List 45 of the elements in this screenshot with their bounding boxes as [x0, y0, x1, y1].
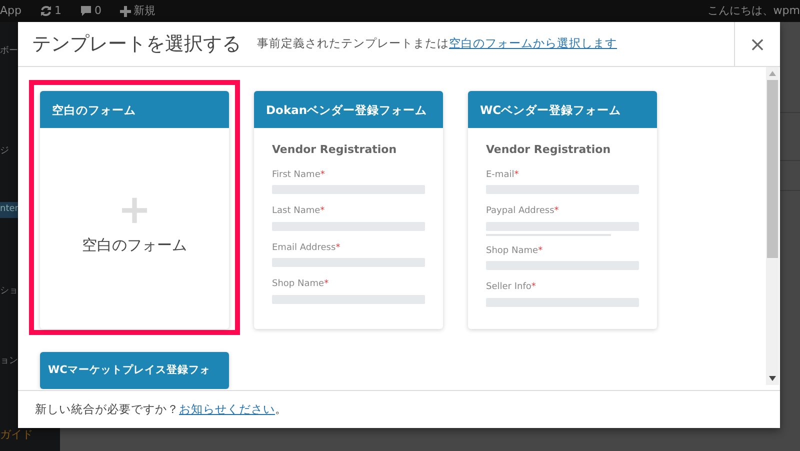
field-label: Shop Name* [486, 244, 544, 258]
refresh-icon [40, 5, 52, 17]
card-title: 空白のフォーム [40, 91, 229, 128]
template-option[interactable]: 空白のフォーム + 空白のフォーム [29, 80, 240, 335]
form-title: Vendor Registration [486, 142, 612, 158]
field-label: Seller Info* [486, 281, 537, 294]
sidebar-item[interactable]: ガイド [0, 426, 33, 444]
sidebar-item[interactable]: ボー [0, 44, 18, 60]
scroll-down-icon[interactable] [769, 376, 776, 381]
close-button[interactable]: × [734, 22, 780, 66]
admin-bar-item[interactable]: 1 [40, 2, 62, 20]
template-option[interactable]: Dokanベンダー登録フォーム Vendor Registration First Name* Last Name* Email Address* Shop Name* [243, 80, 454, 335]
admin-bar-item[interactable]: App [0, 2, 22, 20]
card-title: WCベンダー登録フォーム [468, 91, 657, 128]
field-label: Paypal Address* [486, 205, 560, 218]
scrollbar[interactable] [766, 67, 779, 385]
greeting-text: こんにちは、wpm [707, 2, 800, 19]
card-title: WCマーケットプレイス登録フォ [40, 352, 229, 389]
field-label: E-mail* [486, 168, 520, 182]
blank-form-link[interactable]: 空白のフォームから選択します [449, 36, 617, 50]
card-title: Dokanベンダー登録フォーム [254, 91, 443, 128]
sidebar-item[interactable]: nter [0, 202, 18, 218]
field-label: Last Name* [272, 205, 326, 218]
admin-bar-item[interactable]: 0 [80, 2, 102, 20]
template-card[interactable]: WCベンダー登録フォーム Vendor Registration E-mail* Paypal Address* Shop Name* Seller Info* [468, 91, 657, 329]
field-label: Shop Name* [272, 278, 330, 291]
dialog-subtitle: 事前定義されたテンプレートまたは空白のフォームから選択します [257, 35, 617, 52]
scroll-up-icon[interactable] [769, 71, 776, 76]
admin-bar-item[interactable]: 新規 [120, 2, 156, 20]
dialog-title: テンプレートを選択する [32, 32, 241, 57]
sidebar-item[interactable]: ショ [0, 284, 18, 300]
sidebar-item[interactable]: ジ [0, 144, 18, 160]
field-label: Email Address* [272, 242, 342, 254]
template-option[interactable]: WCベンダー登録フォーム Vendor Registration E-mail* Paypal Address* Shop Name* Seller Info* [457, 80, 668, 335]
field-label: First Name* [272, 168, 326, 182]
template-card[interactable]: Dokanベンダー登録フォーム Vendor Registration First Name* Last Name* Email Address* Shop Name* [254, 91, 443, 329]
sidebar-item[interactable]: ョン [0, 354, 18, 370]
form-title: Vendor Registration [272, 142, 398, 158]
plus-icon: + [118, 190, 152, 230]
plus-icon [120, 6, 130, 16]
blank-form-label: 空白のフォーム [82, 234, 187, 256]
template-card[interactable]: 空白のフォーム + 空白のフォーム [40, 91, 229, 329]
contact-link[interactable]: お知らせください [179, 402, 275, 416]
footer-text: 新しい統合が必要ですか？お知らせください。 [35, 400, 287, 418]
comment-icon [80, 5, 92, 17]
